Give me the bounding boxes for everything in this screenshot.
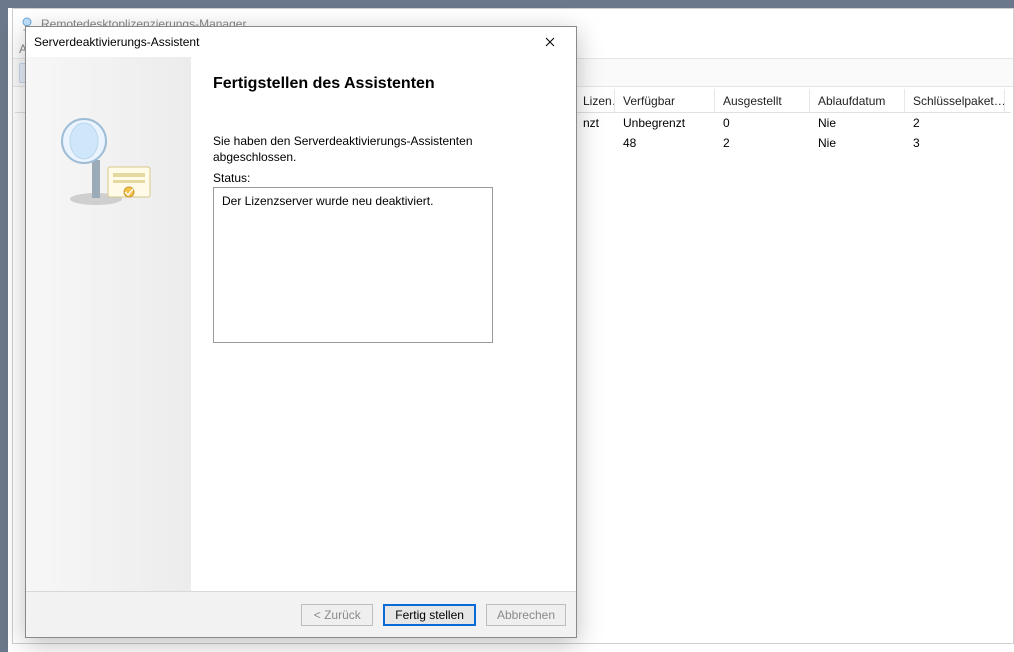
cell: nzt — [575, 116, 615, 130]
cell: 48 — [615, 136, 715, 150]
wizard-titlebar[interactable]: Serverdeaktivierungs-Assistent — [26, 27, 576, 57]
wizard-title: Serverdeaktivierungs-Assistent — [34, 35, 199, 49]
cell: Unbegrenzt — [615, 116, 715, 130]
wizard-sidebar-graphic — [58, 105, 158, 215]
wizard-main-panel: Fertigstellen des Assistenten Sie haben … — [191, 57, 576, 591]
wizard-heading: Fertigstellen des Assistenten — [213, 75, 556, 93]
status-box: Der Lizenzserver wurde neu deaktiviert. — [213, 187, 493, 343]
cell: 2 — [905, 116, 1005, 130]
wizard-sidebar — [26, 57, 191, 591]
cell: 0 — [715, 116, 810, 130]
status-label: Status: — [213, 171, 556, 185]
col-header-ausgestellt[interactable]: Ausgestellt — [715, 89, 810, 112]
close-icon — [545, 34, 555, 50]
wizard-dialog: Serverdeaktivierungs-Assistent — [25, 26, 577, 638]
col-header-ablaufdatum[interactable]: Ablaufdatum — [810, 89, 905, 112]
finish-button[interactable]: Fertig stellen — [383, 604, 476, 626]
status-text: Der Lizenzserver wurde neu deaktiviert. — [222, 194, 433, 208]
col-header-schluesselpaket[interactable]: Schlüsselpaket… — [905, 89, 1005, 112]
back-button: < Zurück — [301, 604, 373, 626]
close-button[interactable] — [530, 30, 570, 54]
cell: 3 — [905, 136, 1005, 150]
wizard-completion-text: Sie haben den Serverdeaktivierungs-Assis… — [213, 133, 488, 165]
cell: 2 — [715, 136, 810, 150]
col-header-lizen[interactable]: Lizen… — [575, 89, 615, 112]
cell: Nie — [810, 136, 905, 150]
wizard-button-bar: < Zurück Fertig stellen Abbrechen — [26, 591, 576, 637]
cancel-button: Abbrechen — [486, 604, 566, 626]
col-header-verfuegbar[interactable]: Verfügbar — [615, 89, 715, 112]
cell: Nie — [810, 116, 905, 130]
